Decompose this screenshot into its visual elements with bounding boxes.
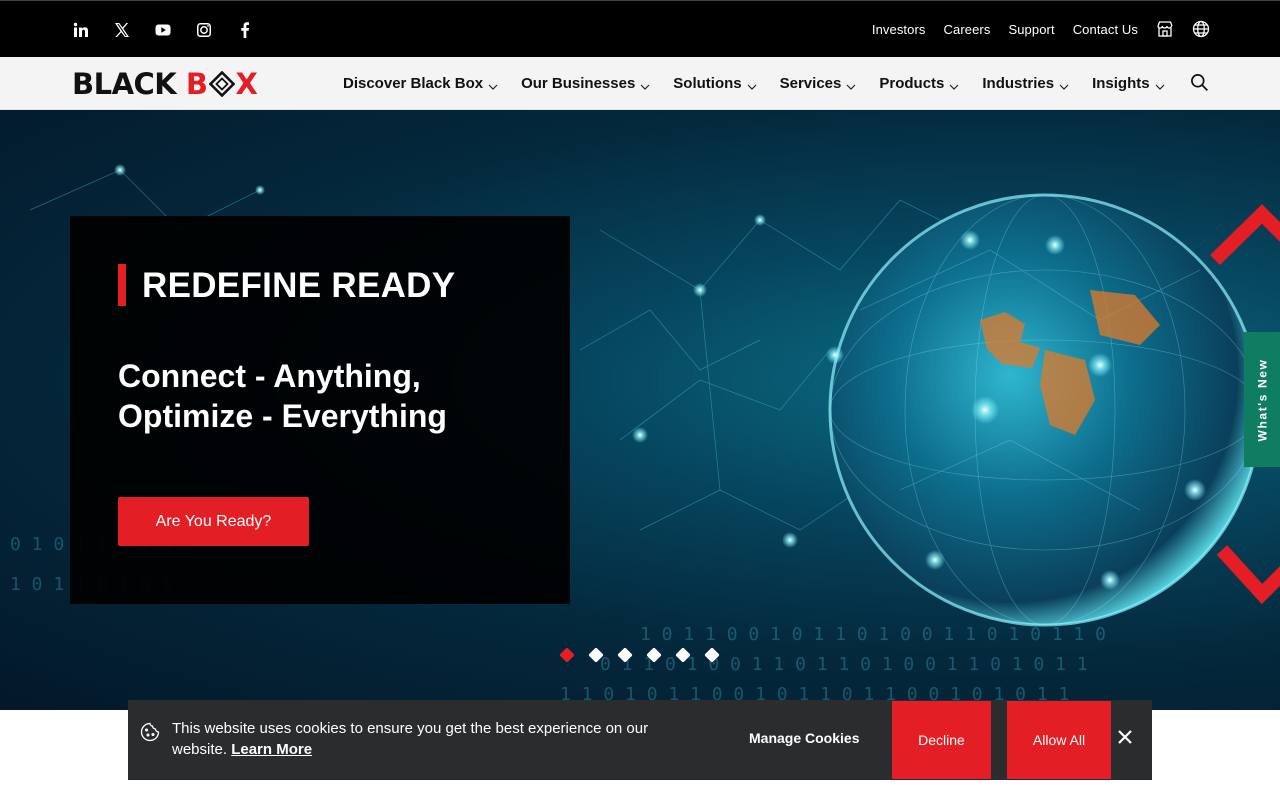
carousel-dot-1[interactable] xyxy=(559,647,575,663)
hero-subtitle: Connect - Anything, Optimize - Everythin… xyxy=(118,356,538,436)
whats-new-tab[interactable]: What's New xyxy=(1244,332,1280,467)
logo-text-x: X xyxy=(235,67,258,101)
nav-insights[interactable]: Insights xyxy=(1092,75,1165,92)
cookie-banner: This website uses cookies to ensure you … xyxy=(128,700,1152,780)
carousel-dot-5[interactable] xyxy=(675,647,691,663)
linkedin-icon[interactable] xyxy=(72,21,90,39)
instagram-icon[interactable] xyxy=(195,21,213,39)
chevron-down-icon xyxy=(1059,79,1069,90)
title-accent-bar xyxy=(118,264,126,306)
logo-text-b: B xyxy=(185,67,208,101)
x-twitter-icon[interactable] xyxy=(113,21,131,39)
manage-cookies-button[interactable]: Manage Cookies xyxy=(749,730,859,746)
store-icon[interactable] xyxy=(1156,20,1174,38)
social-links xyxy=(72,21,254,39)
chevron-down-icon xyxy=(846,79,856,90)
youtube-icon[interactable] xyxy=(154,21,172,39)
search-icon[interactable] xyxy=(1190,73,1210,93)
hero-carousel: 1 0 1 1 0 0 1 0 1 1 0 1 0 0 1 1 0 1 0 1 … xyxy=(0,110,1280,710)
whats-new-label: What's New xyxy=(1255,358,1269,441)
close-icon[interactable] xyxy=(1117,729,1137,749)
chevron-down-icon xyxy=(949,79,959,90)
utility-links: Investors Careers Support Contact Us xyxy=(872,20,1210,38)
careers-link[interactable]: Careers xyxy=(944,22,991,37)
chevron-down-icon xyxy=(488,79,498,90)
nav-solutions[interactable]: Solutions xyxy=(673,75,757,92)
primary-nav: Discover Black Box Our Businesses Soluti… xyxy=(343,57,1188,110)
nav-label: Products xyxy=(879,75,945,92)
nav-our-businesses[interactable]: Our Businesses xyxy=(521,75,650,92)
main-navbar: BLACK B X Discover Black Box Our Busines… xyxy=(0,57,1280,110)
carousel-dot-2[interactable] xyxy=(588,647,604,663)
cookie-message: This website uses cookies to ensure you … xyxy=(172,718,692,760)
nav-services[interactable]: Services xyxy=(780,75,857,92)
cookie-icon xyxy=(140,722,160,742)
learn-more-link[interactable]: Learn More xyxy=(231,741,312,758)
logo-diamond-icon xyxy=(208,71,235,97)
nav-label: Discover Black Box xyxy=(343,75,484,92)
decline-button[interactable]: Decline xyxy=(892,701,991,779)
globe-icon[interactable] xyxy=(1192,20,1210,38)
nav-label: Industries xyxy=(982,75,1055,92)
support-link[interactable]: Support xyxy=(1008,22,1054,37)
nav-label: Our Businesses xyxy=(521,75,636,92)
contact-us-link[interactable]: Contact Us xyxy=(1073,22,1138,37)
allow-all-button[interactable]: Allow All xyxy=(1007,701,1111,779)
chevron-down-icon xyxy=(747,79,757,90)
svg-text:1 0 1 1 0 0 1 0 1 1 0 1 0 0 1: 1 0 1 1 0 0 1 0 1 1 0 1 0 0 1 1 0 1 0 1 … xyxy=(640,624,1106,645)
hero-title: REDEFINE READY xyxy=(142,266,456,305)
carousel-dot-4[interactable] xyxy=(646,647,662,663)
carousel-dot-3[interactable] xyxy=(617,647,633,663)
hero-text-card: REDEFINE READY Connect - Anything, Optim… xyxy=(70,216,570,604)
nav-industries[interactable]: Industries xyxy=(982,75,1069,92)
nav-products[interactable]: Products xyxy=(879,75,959,92)
nav-discover-black-box[interactable]: Discover Black Box xyxy=(343,75,498,92)
nav-label: Insights xyxy=(1092,75,1150,92)
investors-link[interactable]: Investors xyxy=(872,22,926,37)
nav-label: Solutions xyxy=(673,75,742,92)
carousel-dot-6[interactable] xyxy=(704,647,720,663)
logo-text-black: BLACK xyxy=(72,67,186,101)
top-bar: Investors Careers Support Contact Us xyxy=(0,0,1280,57)
are-you-ready-button[interactable]: Are You Ready? xyxy=(118,497,309,546)
hero-subtitle-line-2: Optimize - Everything xyxy=(118,398,447,434)
facebook-icon[interactable] xyxy=(236,21,254,39)
black-box-logo[interactable]: BLACK B X xyxy=(72,67,258,101)
carousel-pagination xyxy=(559,647,720,663)
nav-label: Services xyxy=(779,75,842,92)
chevron-down-icon xyxy=(1155,79,1165,90)
chevron-down-icon xyxy=(640,79,650,90)
hero-subtitle-line-1: Connect - Anything, xyxy=(118,358,421,394)
